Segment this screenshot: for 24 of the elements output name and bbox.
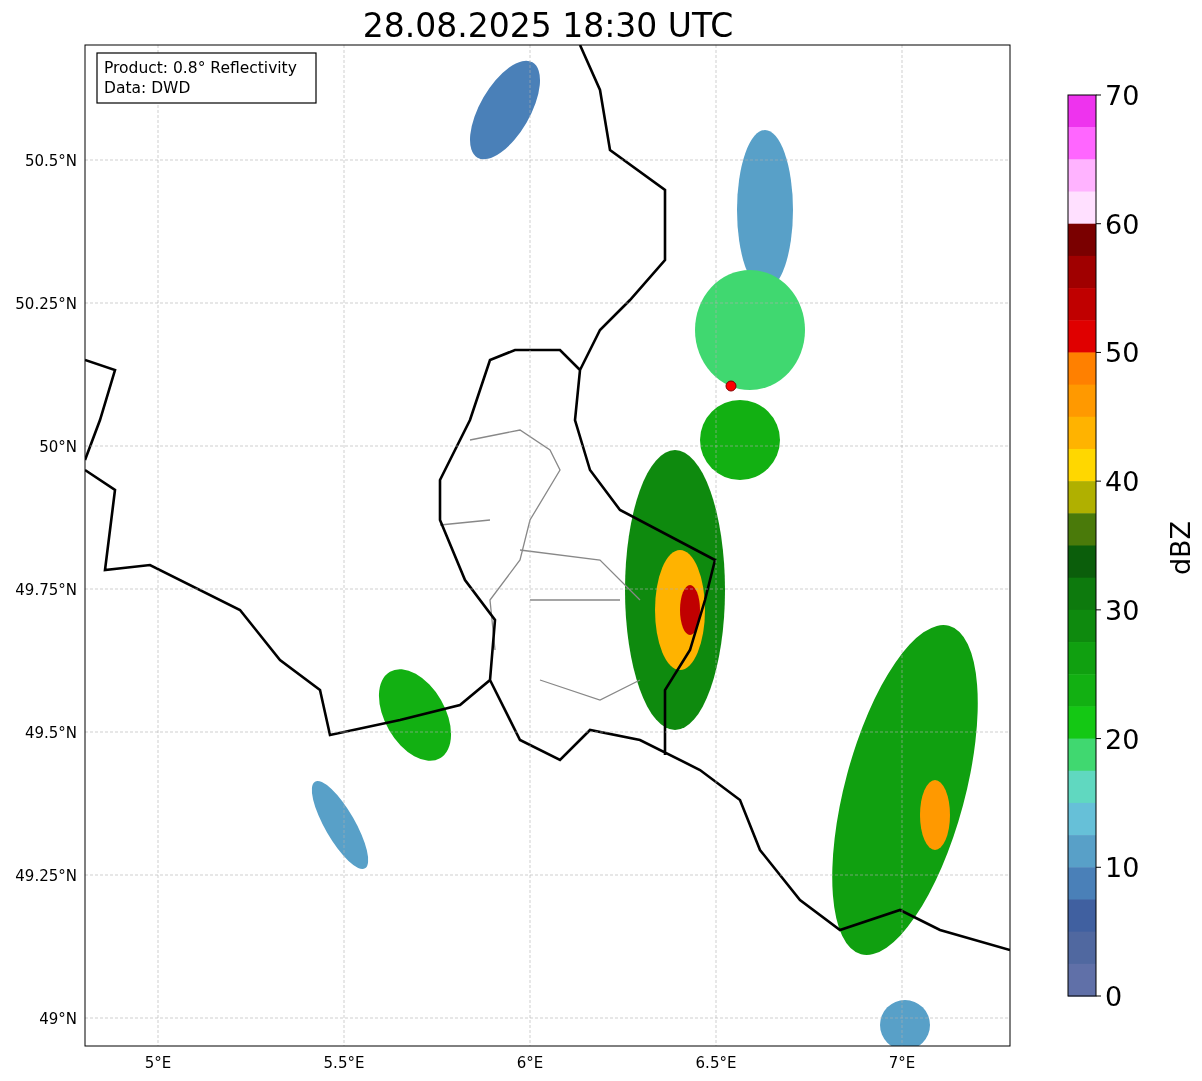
info-text: Product: 0.8° Reflectivity bbox=[104, 59, 297, 77]
latitude-label: 49.5°N bbox=[24, 724, 77, 742]
colorbar-tick-label: 20 bbox=[1105, 723, 1140, 755]
latitude-label: 50.5°N bbox=[24, 152, 77, 170]
info-text: Data: DWD bbox=[104, 79, 191, 97]
colorbar-tick-label: 0 bbox=[1105, 981, 1123, 1012]
longitude-label: 5°E bbox=[144, 1054, 172, 1072]
latitude-label: 49°N bbox=[39, 1010, 77, 1028]
colorbar-label: dBZ bbox=[1165, 520, 1196, 576]
colorbar-tick-label: 60 bbox=[1105, 208, 1140, 240]
latitude-label: 50.25°N bbox=[15, 295, 77, 313]
latitude-label: 49.25°N bbox=[15, 867, 77, 885]
longitude-label: 6°E bbox=[516, 1054, 544, 1072]
chart-title: 28.08.2025 18:30 UTC bbox=[362, 6, 734, 45]
longitude-label: 5.5°E bbox=[323, 1054, 365, 1072]
colorbar-tick-label: 70 bbox=[1105, 80, 1140, 111]
longitude-label: 6.5°E bbox=[695, 1054, 737, 1072]
latitude-label: 50°N bbox=[39, 438, 77, 456]
colorbar-tick-label: 40 bbox=[1105, 466, 1140, 498]
colorbar-tick-label: 30 bbox=[1105, 594, 1140, 626]
latitude-label: 49.75°N bbox=[15, 581, 77, 599]
colorbar-tick-label: 10 bbox=[1105, 852, 1140, 884]
longitude-label: 7°E bbox=[888, 1054, 916, 1072]
colorbar-tick-label: 50 bbox=[1105, 337, 1140, 369]
